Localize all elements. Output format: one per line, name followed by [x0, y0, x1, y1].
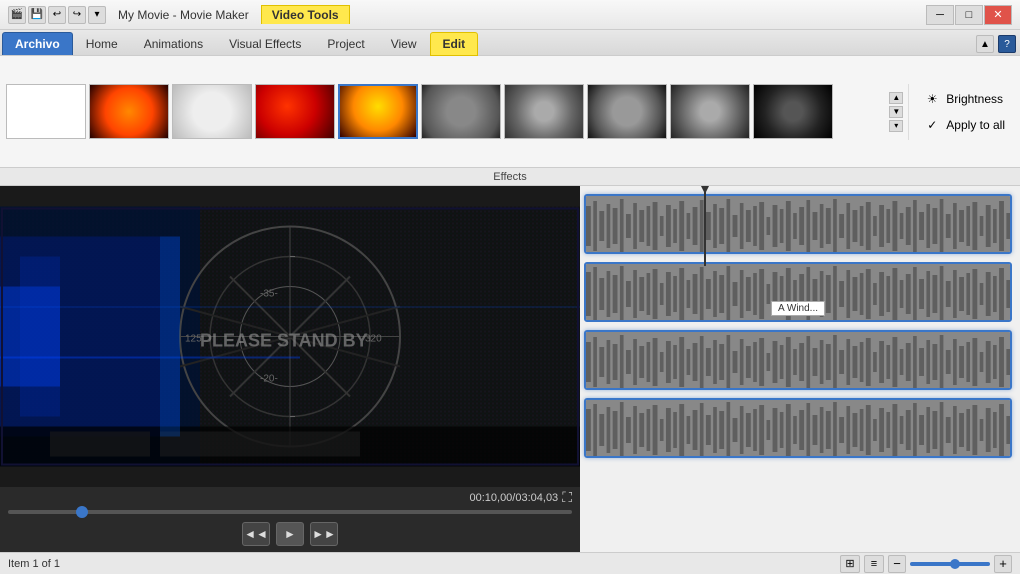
title-bar-left: 🎬 💾 ↩ ↪ ▾ My Movie - Movie Maker Video T…: [8, 5, 350, 24]
track-clip-3[interactable]: [584, 330, 1012, 390]
svg-text:125: 125: [185, 334, 202, 345]
timeline-track-4[interactable]: [584, 398, 1012, 458]
playhead-top: [700, 186, 710, 194]
timeline-track-1[interactable]: [584, 194, 1012, 254]
seek-thumb[interactable]: [76, 506, 88, 518]
minimize-button[interactable]: ─: [926, 5, 954, 25]
forward-button[interactable]: ►►: [310, 522, 338, 546]
effects-thumbnails-list: [0, 80, 886, 143]
fullscreen-button[interactable]: ⛶: [562, 489, 572, 506]
track-clip-2[interactable]: A Wind...: [584, 262, 1012, 322]
effects-scroll-more[interactable]: ▾: [889, 120, 903, 132]
maximize-button[interactable]: □: [955, 5, 983, 25]
effect-thumb-grey1[interactable]: [421, 84, 501, 139]
redo-icon[interactable]: ↪: [68, 6, 86, 24]
play-button[interactable]: ►: [276, 522, 304, 546]
status-item-count: Item 1 of 1: [8, 558, 60, 570]
collapse-ribbon-icon[interactable]: ▲: [976, 35, 994, 53]
zoom-slider-thumb[interactable]: [950, 559, 960, 569]
tab-visual-effects[interactable]: Visual Effects: [216, 32, 314, 55]
close-button[interactable]: ✕: [984, 5, 1012, 25]
ribbon-tabs: Archivo Home Animations Visual Effects P…: [0, 30, 1020, 56]
track-clip-4[interactable]: [584, 398, 1012, 458]
preview-video: PLEASE STAND BY -35- -20- 320 125: [0, 186, 580, 487]
brightness-icon: ☀: [924, 91, 940, 107]
effects-scroll-buttons: ▲ ▼ ▾: [888, 92, 904, 132]
undo-icon[interactable]: ↩: [48, 6, 66, 24]
effects-scroll-down[interactable]: ▼: [889, 106, 903, 118]
waveform-3: [586, 332, 1010, 390]
rewind-button[interactable]: ◄◄: [242, 522, 270, 546]
dropdown-icon[interactable]: ▾: [88, 6, 106, 24]
tab-edit[interactable]: Edit: [430, 32, 479, 56]
apply-all-icon: ✓: [924, 117, 940, 133]
track-label-2: A Wind...: [771, 301, 825, 316]
time-display: 00:10,00/03:04,03: [469, 492, 558, 504]
effect-thumb-dark[interactable]: [753, 84, 833, 139]
tab-project[interactable]: Project: [314, 32, 377, 55]
effect-thumb-cloud[interactable]: [172, 84, 252, 139]
waveform-4: [586, 400, 1010, 458]
video-tools-badge: Video Tools: [261, 5, 350, 24]
effects-toolbar: ▲ ▼ ▾ ☀ Brightness ✓ Apply to all Effect…: [0, 56, 1020, 186]
tab-archivo[interactable]: Archivo: [2, 32, 73, 55]
effects-right-panel: ☀ Brightness ✓ Apply to all: [908, 84, 1020, 140]
status-bar: Item 1 of 1 ⊞ ≡ − +: [0, 552, 1020, 574]
effect-thumb-grey3[interactable]: [587, 84, 667, 139]
timeline-track-3[interactable]: [584, 330, 1012, 390]
timeline-area: A Wind...: [580, 186, 1020, 552]
apply-to-all-label: Apply to all: [946, 118, 1005, 132]
preview-area: PLEASE STAND BY -35- -20- 320 125 00:10,…: [0, 186, 580, 552]
window-controls: ─ □ ✕: [926, 5, 1012, 25]
timeline-scroll[interactable]: A Wind...: [580, 186, 1020, 552]
effect-thumb-orange[interactable]: [89, 84, 169, 139]
help-icon[interactable]: ?: [998, 35, 1016, 53]
effect-thumb-flower-yellow[interactable]: [338, 84, 418, 139]
brightness-button[interactable]: ☀ Brightness: [917, 88, 1012, 110]
title-bar-quick-access: 🎬 💾 ↩ ↪ ▾: [8, 6, 106, 24]
tab-animations[interactable]: Animations: [131, 32, 216, 55]
svg-text:PLEASE STAND BY: PLEASE STAND BY: [200, 331, 368, 351]
zoom-slider[interactable]: [910, 562, 990, 566]
svg-text:320: 320: [365, 334, 382, 345]
ribbon-right: ▲ ?: [976, 35, 1020, 55]
effect-thumb-flower-red[interactable]: [255, 84, 335, 139]
window-title: My Movie - Movie Maker: [118, 8, 249, 22]
zoom-in-button[interactable]: +: [994, 555, 1012, 573]
timeline-track-2[interactable]: A Wind...: [584, 262, 1012, 322]
playhead: [704, 186, 706, 266]
seek-bar[interactable]: [8, 510, 572, 514]
status-icon-btn-1[interactable]: ⊞: [840, 555, 860, 573]
effect-thumb-grey4[interactable]: [670, 84, 750, 139]
waveform-1: [586, 196, 1010, 254]
effect-thumb-blank[interactable]: [6, 84, 86, 139]
status-icon-btn-2[interactable]: ≡: [864, 555, 884, 573]
playback-controls: ◄◄ ► ►►: [0, 518, 580, 552]
main-content: PLEASE STAND BY -35- -20- 320 125 00:10,…: [0, 186, 1020, 552]
status-right-controls: ⊞ ≡ − +: [840, 555, 1012, 573]
apply-to-all-button[interactable]: ✓ Apply to all: [917, 114, 1012, 136]
zoom-out-button[interactable]: −: [888, 555, 906, 573]
save-icon[interactable]: 💾: [28, 6, 46, 24]
effects-scroll-up[interactable]: ▲: [889, 92, 903, 104]
svg-text:-35-: -35-: [260, 289, 278, 300]
svg-text:-20-: -20-: [260, 374, 278, 385]
title-bar: 🎬 💾 ↩ ↪ ▾ My Movie - Movie Maker Video T…: [0, 0, 1020, 30]
tab-home[interactable]: Home: [73, 32, 131, 55]
brightness-label: Brightness: [946, 92, 1003, 106]
effect-thumb-grey2[interactable]: [504, 84, 584, 139]
track-clip-1[interactable]: [584, 194, 1012, 254]
preview-canvas: PLEASE STAND BY -35- -20- 320 125: [0, 186, 580, 487]
effects-section-label: Effects: [0, 167, 1020, 185]
tab-view[interactable]: View: [378, 32, 430, 55]
app-icon: 🎬: [8, 6, 26, 24]
preview-controls-bar: 00:10,00/03:04,03 ⛶: [0, 487, 580, 508]
seek-bar-row: [0, 508, 580, 518]
